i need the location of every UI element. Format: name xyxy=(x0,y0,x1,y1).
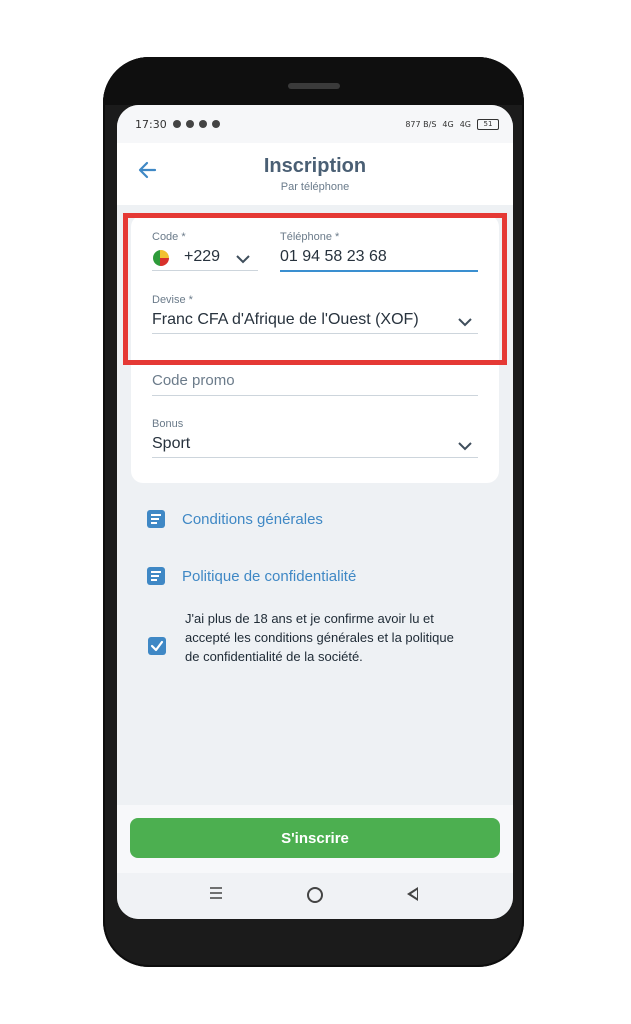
page-title: Inscription xyxy=(263,155,367,177)
page-subtitle: Par téléphone xyxy=(280,181,350,193)
home-icon[interactable] xyxy=(307,887,323,903)
bonus-select[interactable]: Sport xyxy=(152,435,190,453)
bonus-underline xyxy=(152,457,478,458)
promo-input[interactable]: Code promo xyxy=(152,372,235,389)
telegram-icon xyxy=(198,120,207,128)
promo-underline xyxy=(152,395,478,396)
consent-checkbox[interactable] xyxy=(148,637,166,655)
highlight-box xyxy=(123,213,507,365)
terms-link-label: Conditions générales xyxy=(182,510,323,528)
menu-icon[interactable] xyxy=(209,887,223,899)
privacy-link[interactable]: Politique de confidentialité xyxy=(147,567,356,585)
privacy-link-label: Politique de confidentialité xyxy=(182,567,357,585)
status-right: 877 B/S 4G 4G 51 xyxy=(405,118,499,130)
screen: 17:30 877 B/S 4G 4G 51 Inscription Par t… xyxy=(117,105,513,919)
app-bar: Inscription Par téléphone xyxy=(117,143,513,205)
consent-text: J'ai plus de 18 ans et je confirme avoir… xyxy=(185,611,454,664)
system-nav-bar xyxy=(117,873,513,919)
submit-button[interactable]: S'inscrire xyxy=(130,818,500,858)
whatsapp-icon xyxy=(172,120,181,128)
data-rate: 877 B/S xyxy=(405,119,437,129)
status-bar: 17:30 877 B/S 4G 4G 51 xyxy=(117,105,513,143)
battery-icon: 51 xyxy=(477,118,499,130)
back-icon[interactable] xyxy=(407,887,418,901)
bonus-label: Bonus xyxy=(152,418,184,430)
document-icon xyxy=(147,510,165,528)
speaker-grille xyxy=(288,83,340,89)
network-4g-1: 4G xyxy=(442,119,454,129)
checkmark-icon xyxy=(150,640,164,652)
network-4g-2: 4G xyxy=(459,119,471,129)
phone-top-bezel xyxy=(103,57,524,105)
notification-icons xyxy=(172,120,220,128)
notification-icon xyxy=(185,120,194,128)
document-icon xyxy=(147,567,165,585)
chevron-down-icon[interactable] xyxy=(457,441,473,451)
terms-link[interactable]: Conditions générales xyxy=(147,510,323,528)
status-time: 17:30 xyxy=(135,117,167,131)
dot-icon xyxy=(211,120,220,128)
